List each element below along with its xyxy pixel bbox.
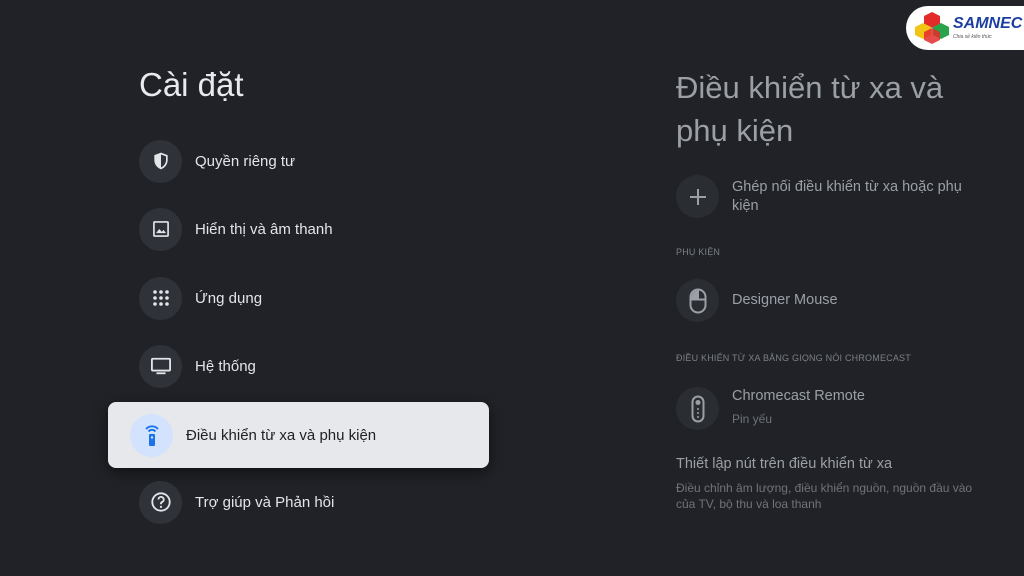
detail-title: Điều khiển từ xa và phụ kiện: [676, 70, 944, 148]
button-setup-description: Điều chỉnh âm lượng, điều khiển nguồn, n…: [676, 481, 973, 511]
remote-label: Chromecast Remote: [732, 387, 865, 404]
menu-item-label: Hệ thống: [195, 357, 256, 375]
menu-item-display-sound[interactable]: Hiển thị và âm thanh: [139, 207, 479, 251]
menu-item-label: Trợ giúp và Phản hồi: [195, 493, 335, 511]
tv-icon: [139, 344, 182, 388]
menu-item-label: Ứng dụng: [195, 289, 263, 307]
mouse-icon: [676, 279, 719, 322]
pair-remote-accessory-button[interactable]: Ghép nối điều khiển từ xa hoặc phụ kiện: [676, 175, 992, 218]
menu-item-help-feedback[interactable]: Trợ giúp và Phản hồi: [139, 480, 479, 524]
shield-icon: [139, 139, 182, 183]
remote-chromecast[interactable]: Chromecast Remote Pin yếu: [676, 387, 865, 430]
menu-item-label: Điều khiển từ xa và phụ kiện: [186, 426, 377, 444]
accessory-label: Designer Mouse: [732, 292, 838, 308]
settings-title: Cài đặt: [139, 66, 244, 103]
accessory-designer-mouse[interactable]: Designer Mouse: [676, 279, 838, 322]
menu-item-privacy[interactable]: Quyền riêng tư: [139, 139, 479, 183]
menu-item-label: Quyền riêng tư: [195, 152, 296, 170]
plus-icon: [676, 175, 719, 218]
remote-icon: [130, 413, 173, 457]
image-icon: [139, 207, 182, 251]
menu-item-label: Hiển thị và âm thanh: [195, 220, 333, 238]
pair-label: Ghép nối điều khiển từ xa hoặc phụ kiện: [732, 178, 962, 214]
menu-item-remotes-accessories[interactable]: Điều khiển từ xa và phụ kiện: [108, 402, 489, 468]
chromecast-remote-icon: [676, 387, 719, 430]
brand-tagline: Chia sẻ kiến thức: [953, 34, 992, 40]
menu-item-system[interactable]: Hệ thống: [139, 344, 479, 388]
apps-grid-icon: [139, 276, 182, 320]
hexagon-logo-icon: [915, 12, 949, 44]
brand-name: SAMNEC: [953, 15, 1023, 32]
accessories-header: PHỤ KIỆN: [676, 247, 721, 257]
samnec-logo: SAMNEC Chia sẻ kiến thức: [906, 6, 1024, 50]
help-icon: [139, 480, 182, 524]
menu-item-apps[interactable]: Ứng dụng: [139, 276, 479, 320]
button-setup-title[interactable]: Thiết lập nút trên điều khiển từ xa: [676, 456, 892, 472]
remote-battery-status: Pin yếu: [732, 411, 773, 426]
voice-remote-header: ĐIỀU KHIỂN TỪ XA BẰNG GIỌNG NÓI CHROMECA…: [676, 353, 911, 363]
